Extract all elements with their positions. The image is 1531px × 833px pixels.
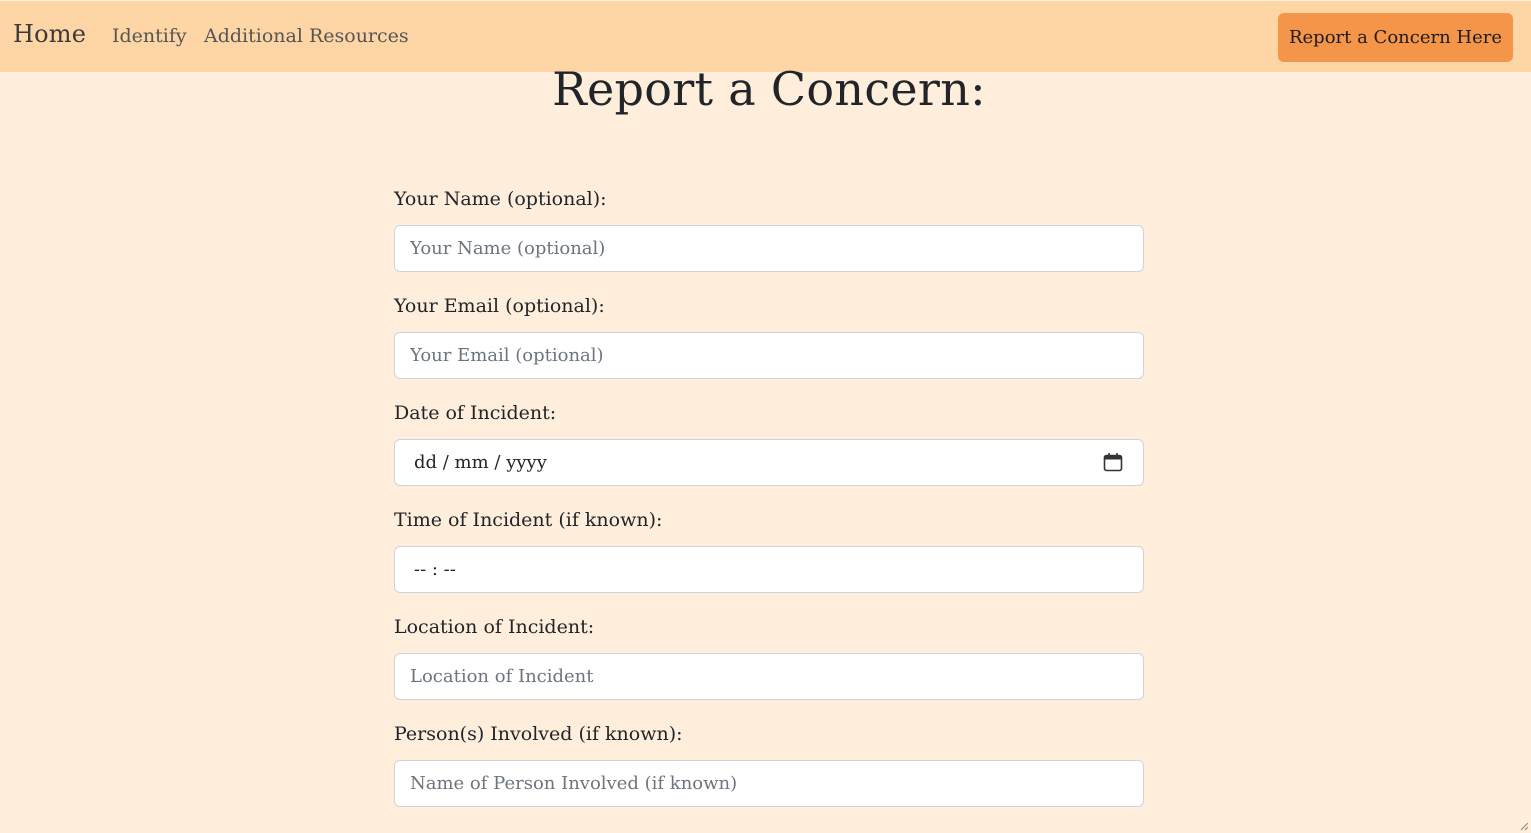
location-input[interactable] xyxy=(394,653,1144,700)
name-field-group: Your Name (optional): xyxy=(394,180,1144,287)
resize-grip-icon[interactable] xyxy=(1519,821,1529,831)
nav-additional-resources-link[interactable]: Additional Resources xyxy=(204,25,409,47)
location-label: Location of Incident: xyxy=(394,616,595,638)
time-label: Time of Incident (if known): xyxy=(394,509,663,531)
time-field-group: Time of Incident (if known): -- : -- xyxy=(394,501,1144,608)
time-input[interactable]: -- : -- xyxy=(394,546,1144,593)
email-label: Your Email (optional): xyxy=(394,295,605,317)
page-title: Report a Concern: xyxy=(552,62,986,116)
persons-field-group: Person(s) Involved (if known): xyxy=(394,715,1144,822)
name-label: Your Name (optional): xyxy=(394,188,607,210)
report-form: Your Name (optional): Your Email (option… xyxy=(394,180,1144,822)
nav-home-link[interactable]: Home xyxy=(13,20,86,48)
nav-identify-link[interactable]: Identify xyxy=(112,25,187,47)
date-label: Date of Incident: xyxy=(394,402,557,424)
name-input[interactable] xyxy=(394,225,1144,272)
email-input[interactable] xyxy=(394,332,1144,379)
email-field-group: Your Email (optional): xyxy=(394,287,1144,394)
report-concern-button[interactable]: Report a Concern Here xyxy=(1278,13,1513,62)
date-input[interactable]: dd / mm / yyyy xyxy=(394,439,1144,486)
location-field-group: Location of Incident: xyxy=(394,608,1144,715)
calendar-icon[interactable] xyxy=(1103,452,1123,472)
persons-label: Person(s) Involved (if known): xyxy=(394,723,683,745)
date-field-group: Date of Incident: dd / mm / yyyy xyxy=(394,394,1144,501)
time-placeholder: -- : -- xyxy=(414,559,456,580)
date-placeholder: dd / mm / yyyy xyxy=(414,452,547,473)
persons-input[interactable] xyxy=(394,760,1144,807)
